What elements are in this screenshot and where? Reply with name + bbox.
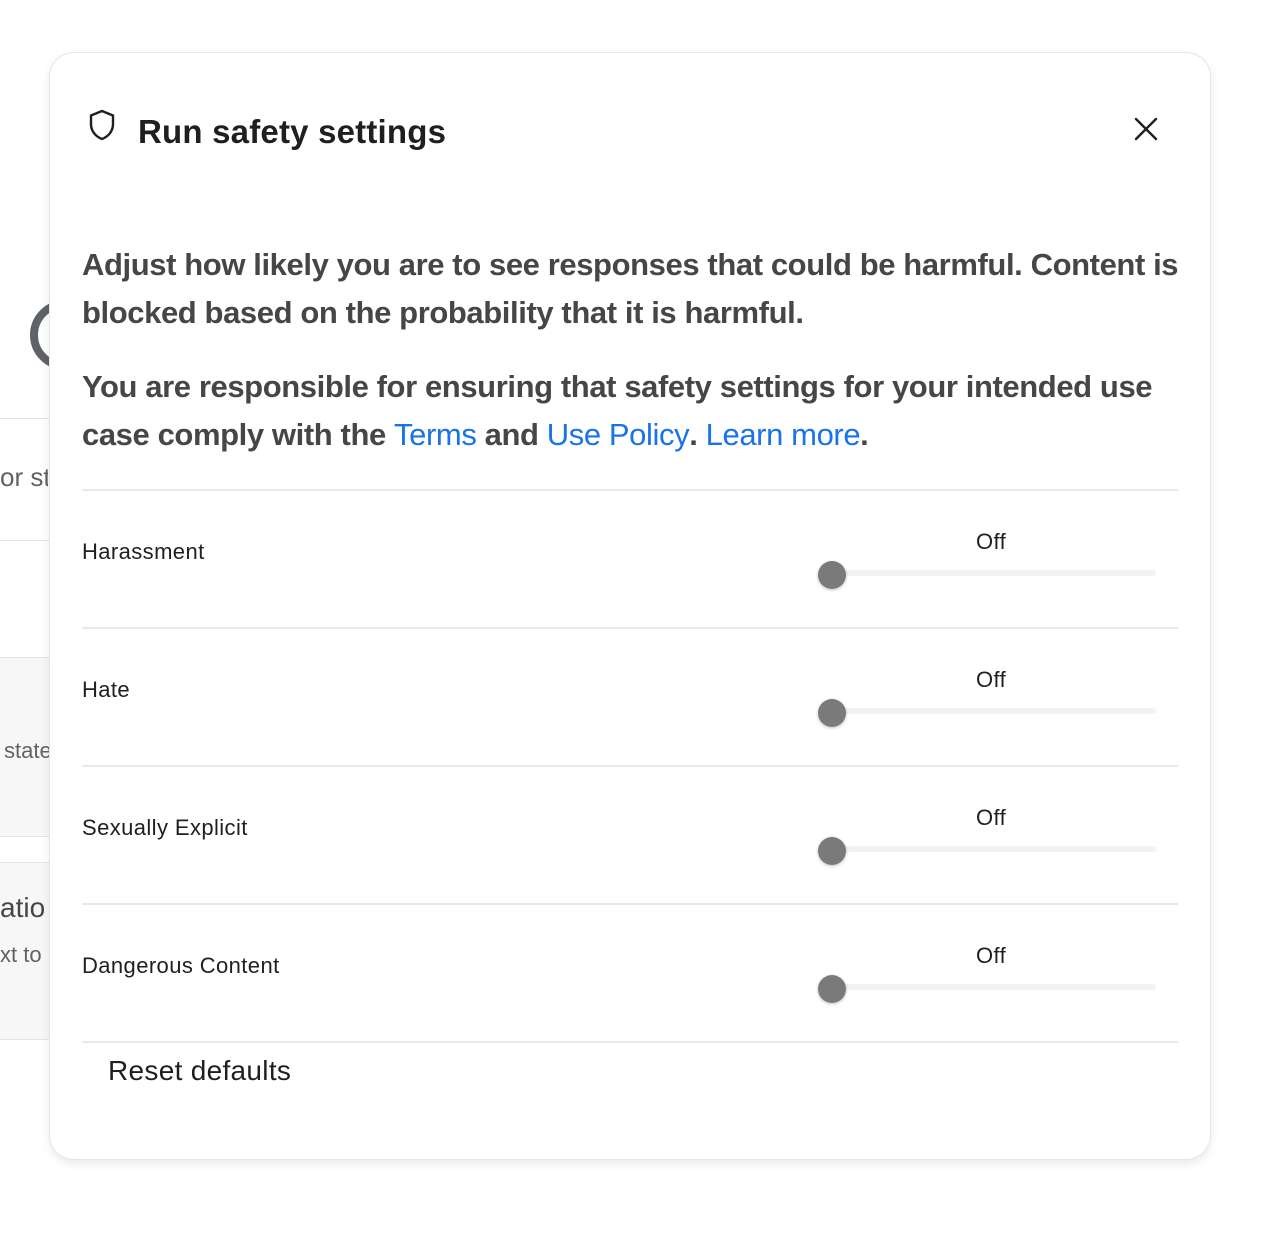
background-text: xt to bbox=[0, 942, 42, 967]
setting-value: Off bbox=[976, 943, 1007, 968]
setting-label: Sexually Explicit bbox=[82, 815, 248, 840]
dangerous-content-slider[interactable] bbox=[818, 975, 1156, 1003]
setting-value: Off bbox=[976, 667, 1007, 692]
close-button[interactable] bbox=[1128, 113, 1164, 149]
background-text: or st bbox=[0, 462, 48, 492]
sexually-explicit-slider[interactable] bbox=[818, 837, 1156, 865]
responsibility-paragraph: You are responsible for ensuring that sa… bbox=[82, 363, 1182, 459]
setting-value: Off bbox=[976, 805, 1007, 830]
period-text: . bbox=[860, 417, 869, 452]
dialog-title: Run safety settings bbox=[138, 113, 447, 150]
reset-defaults-button[interactable]: Reset defaults bbox=[108, 1055, 291, 1087]
use-policy-link[interactable]: Use Policy bbox=[547, 417, 690, 452]
setting-row-harassment: Harassment Off bbox=[82, 491, 1178, 627]
slider-track bbox=[832, 708, 1156, 714]
description-paragraph: Adjust how likely you are to see respons… bbox=[82, 247, 1179, 330]
learn-more-link[interactable]: Learn more bbox=[706, 417, 861, 452]
setting-row-hate: Hate Off bbox=[82, 629, 1178, 765]
terms-link[interactable]: Terms bbox=[394, 417, 477, 452]
slider-thumb[interactable] bbox=[818, 837, 846, 865]
background-text: atio bbox=[0, 892, 46, 923]
period-text: . bbox=[689, 417, 706, 452]
setting-label: Hate bbox=[82, 677, 131, 702]
slider-track bbox=[832, 570, 1156, 576]
safety-settings-dialog: Run safety settings Adjust how likely yo… bbox=[50, 53, 1210, 1159]
slider-track bbox=[832, 984, 1156, 990]
background-text: state bbox=[4, 738, 52, 763]
close-icon bbox=[1134, 117, 1158, 146]
slider-thumb[interactable] bbox=[818, 699, 846, 727]
slider-thumb[interactable] bbox=[818, 975, 846, 1003]
setting-row-dangerous-content: Dangerous Content Off bbox=[82, 905, 1178, 1041]
setting-row-sexually-explicit: Sexually Explicit Off bbox=[82, 767, 1178, 903]
setting-label: Harassment bbox=[82, 539, 205, 564]
slider-track bbox=[832, 846, 1156, 852]
and-text: and bbox=[476, 417, 547, 452]
dialog-description: Adjust how likely you are to see respons… bbox=[82, 241, 1182, 459]
slider-thumb[interactable] bbox=[818, 561, 846, 589]
hate-slider[interactable] bbox=[818, 699, 1156, 727]
harassment-slider[interactable] bbox=[818, 561, 1156, 589]
setting-value: Off bbox=[976, 529, 1007, 554]
shield-icon bbox=[88, 109, 116, 141]
setting-label: Dangerous Content bbox=[82, 953, 280, 978]
divider bbox=[82, 1041, 1178, 1043]
dialog-header: Run safety settings bbox=[82, 109, 1178, 157]
